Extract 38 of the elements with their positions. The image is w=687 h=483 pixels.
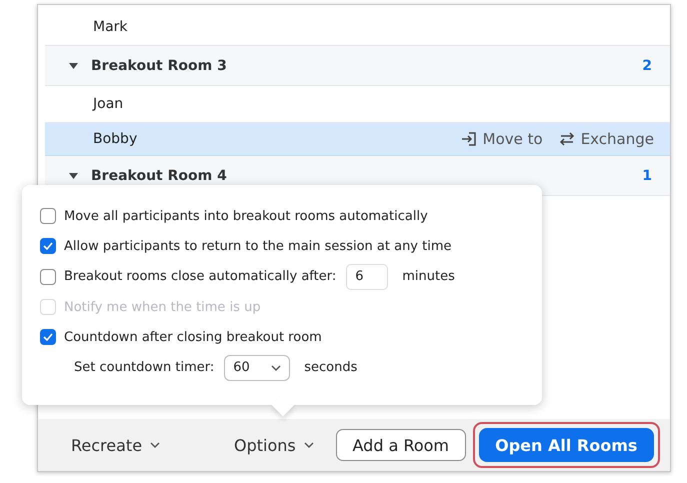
minutes-field[interactable]: 6	[346, 264, 388, 290]
collapse-icon[interactable]	[69, 172, 78, 178]
option-label: Set countdown timer:	[74, 360, 214, 376]
room-name: Breakout Room 3	[91, 58, 228, 74]
checkbox[interactable]	[40, 238, 56, 254]
checkbox[interactable]	[40, 329, 56, 346]
move-icon	[460, 131, 477, 147]
swap-icon	[558, 131, 575, 147]
participant-name: Joan	[93, 96, 124, 112]
participant-name: Mark	[93, 19, 129, 35]
option-label: Move all participants into breakout rooms automatically	[64, 208, 428, 224]
option-label: Notify me when the time is up	[64, 300, 261, 315]
exchange-button[interactable]: Exchange	[558, 130, 654, 148]
checkmark-icon	[43, 242, 53, 250]
room-name: Breakout Room 4	[91, 168, 228, 184]
options-dropdown[interactable]: Options	[234, 436, 314, 454]
checkmark-icon	[43, 333, 53, 342]
chevron-down-icon	[304, 442, 314, 448]
move-to-button[interactable]: Move to	[460, 130, 543, 148]
option-label: Countdown after closing breakout room	[64, 330, 322, 345]
participant-row[interactable]: Bobby Move to Exchange	[45, 123, 670, 156]
room-header[interactable]: Breakout Room 3 2	[45, 46, 670, 86]
unit-label: seconds	[304, 360, 358, 376]
chevron-down-icon	[271, 364, 282, 371]
option-label: Allow participants to return to the main session at any time	[64, 238, 452, 254]
chevron-down-icon	[150, 442, 160, 448]
option-label: Breakout rooms close automatically after:	[64, 269, 336, 284]
participant-count: 2	[642, 58, 652, 74]
add-room-button[interactable]: Add a Room	[336, 429, 466, 461]
unit-label: minutes	[402, 269, 455, 284]
checkbox[interactable]	[40, 208, 56, 224]
collapse-icon[interactable]	[69, 62, 78, 68]
recreate-dropdown[interactable]: Recreate	[71, 436, 160, 454]
open-all-rooms-button[interactable]: Open All Rooms	[478, 428, 654, 462]
participant-name: Bobby	[93, 131, 138, 147]
checkbox[interactable]	[40, 268, 56, 285]
timer-dropdown[interactable]: 60	[224, 354, 290, 381]
participant-count: 1	[642, 168, 652, 184]
